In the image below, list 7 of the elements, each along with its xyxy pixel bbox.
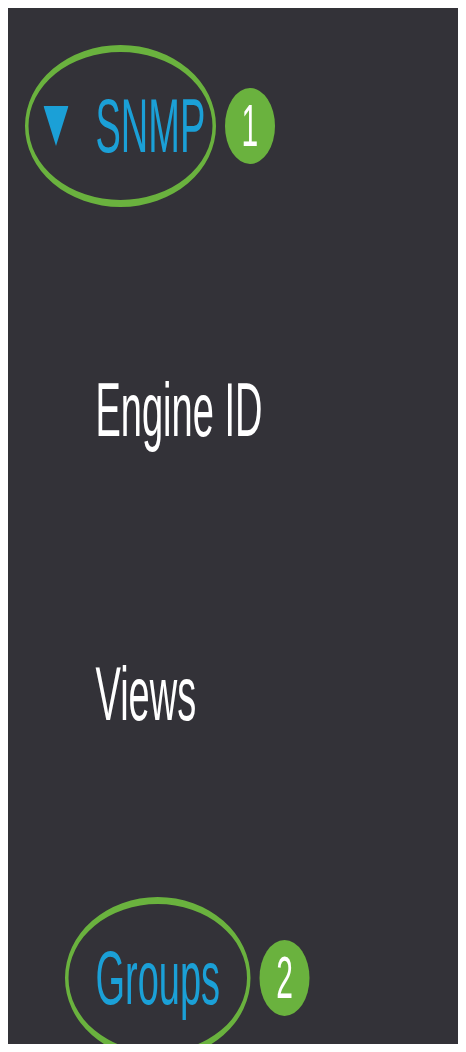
section-header[interactable]: SNMP — [25, 45, 216, 207]
step-badge: 1 — [224, 88, 275, 164]
nav-link[interactable]: Engine ID — [65, 329, 293, 491]
nav-link[interactable]: Groups — [65, 897, 251, 1044]
step-badge: 2 — [259, 940, 310, 1016]
caret-down-icon — [43, 106, 69, 146]
nav-link[interactable]: Views — [65, 613, 227, 775]
